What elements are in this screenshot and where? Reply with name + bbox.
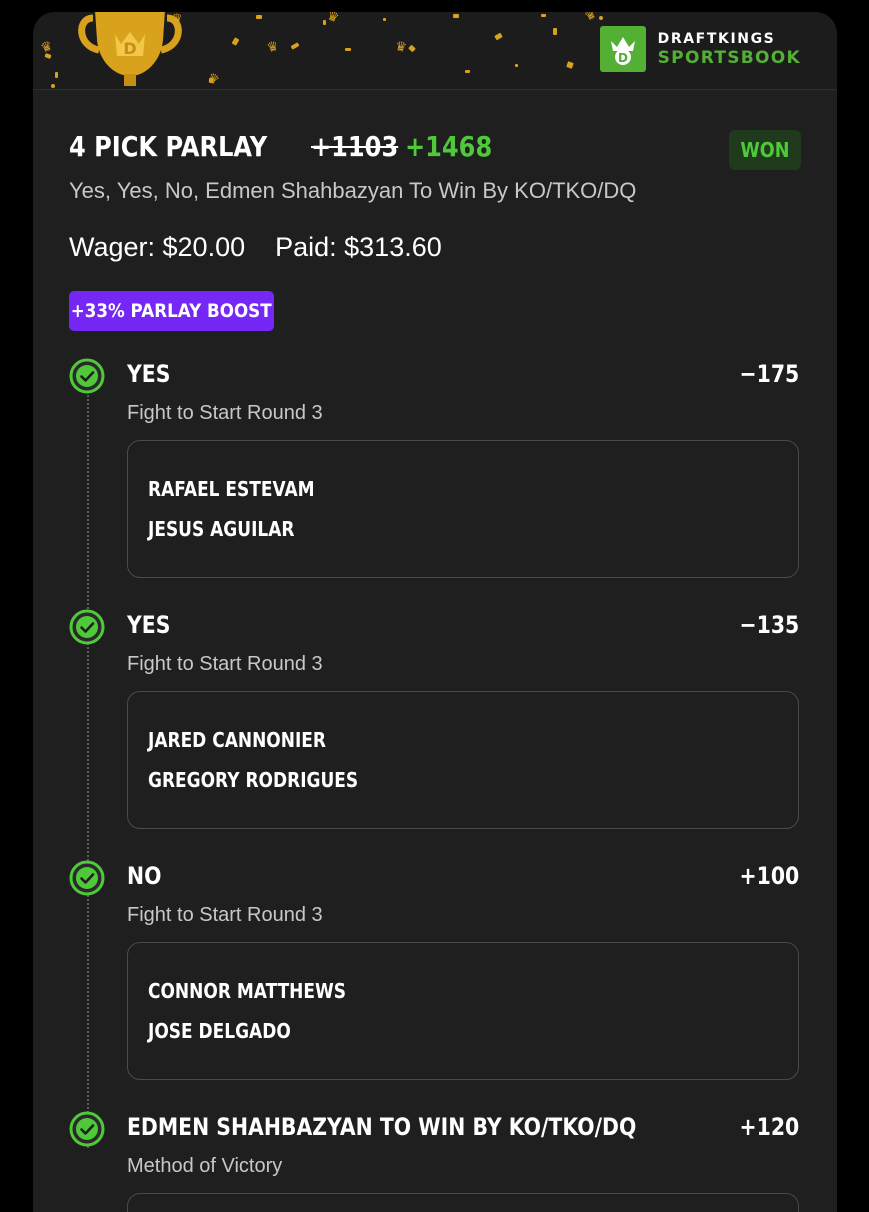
confetti: [408, 44, 416, 53]
bet-title: 4 PICK PARLAY: [69, 130, 268, 163]
confetti: [345, 48, 351, 51]
leg-market: Fight to Start Round 3: [127, 653, 323, 675]
confetti: [55, 72, 58, 78]
original-odds: +1103: [311, 130, 399, 163]
svg-text:D: D: [123, 39, 136, 58]
confetti: [553, 28, 557, 35]
parlay-boost-badge: +33% PARLAY BOOST: [69, 291, 274, 331]
check-circle-icon: [69, 609, 105, 645]
crown-confetti-icon: ♛: [38, 38, 55, 57]
crown-confetti-icon: ♛: [393, 39, 408, 56]
confetti: [453, 14, 459, 18]
fighter-name: JOSE DELGADO: [148, 1019, 291, 1043]
fighter-name: RAFAEL ESTEVAM: [148, 477, 315, 501]
paid-amount: Paid: $313.60: [275, 232, 442, 262]
leg-pick: YES: [127, 360, 171, 388]
leg-pick: EDMEN SHAHBAZYAN TO WIN BY KO/TKO/DQ: [127, 1113, 637, 1141]
legs-timeline-line: [87, 388, 89, 1148]
selections-summary: Yes, Yes, No, Edmen Shahbazyan To Win By…: [69, 178, 637, 203]
leg-market: Fight to Start Round 3: [127, 904, 323, 926]
status-label: WON: [740, 138, 790, 162]
confetti: [541, 14, 546, 17]
leg-pick: YES: [127, 611, 171, 639]
leg-odds: −175: [739, 360, 799, 388]
status-badge: WON: [729, 130, 801, 170]
confetti: [256, 15, 262, 19]
confetti: [465, 70, 470, 73]
leg-odds: +100: [739, 862, 799, 890]
confetti: [515, 64, 518, 67]
leg-market: Method of Victory: [127, 1155, 283, 1177]
fighter-name: JARED CANNONIER: [148, 728, 327, 752]
event-card[interactable]: JARED CANNONIER GREGORY RODRIGUES: [127, 691, 799, 829]
leg-odds: +120: [739, 1113, 799, 1141]
crown-confetti-icon: ♛: [324, 12, 341, 27]
confetti: [231, 37, 240, 46]
confetti: [51, 84, 55, 88]
brand-name: DRAFTKINGS: [657, 30, 776, 47]
leg-market: Fight to Start Round 3: [127, 402, 323, 424]
confetti: [599, 16, 603, 20]
bet-card: ♛ ♛ ♛ ♛ ♛ ♛ ♛ D D DRAFTKINGS SPORTSBOOK …: [33, 12, 837, 1212]
confetti: [566, 61, 574, 69]
wager-amount: Wager: $20.00: [69, 232, 246, 262]
crown-confetti-icon: ♛: [582, 12, 600, 25]
bet-header: 4 PICK PARLAY +1103 +1468: [69, 130, 809, 170]
check-circle-icon: [69, 358, 105, 394]
leg-odds: −135: [739, 611, 799, 639]
brand-product: SPORTSBOOK: [657, 47, 801, 68]
crown-confetti-icon: ♛: [204, 70, 222, 89]
fighter-name: CONNOR MATTHEWS: [148, 979, 347, 1003]
wager-summary: Wager: $20.00 Paid: $313.60: [69, 232, 442, 263]
trophy-icon: D: [75, 12, 185, 89]
won-banner: ♛ ♛ ♛ ♛ ♛ ♛ ♛ D D DRAFTKINGS SPORTSBOOK: [33, 12, 837, 90]
svg-text:D: D: [618, 51, 628, 65]
confetti: [290, 42, 300, 50]
boosted-odds: +1468: [405, 130, 493, 163]
leg-pick: NO: [127, 862, 162, 890]
event-card[interactable]: CONNOR MATTHEWS JOSE DELGADO: [127, 942, 799, 1080]
check-circle-icon: [69, 860, 105, 896]
draftkings-sportsbook-logo: D DRAFTKINGS SPORTSBOOK: [599, 26, 801, 72]
confetti: [383, 18, 386, 21]
event-card[interactable]: [127, 1193, 799, 1212]
event-card[interactable]: RAFAEL ESTEVAM JESUS AGUILAR: [127, 440, 799, 578]
confetti: [494, 32, 503, 41]
fighter-name: JESUS AGUILAR: [148, 517, 295, 541]
check-circle-icon: [69, 1111, 105, 1147]
crown-confetti-icon: ♛: [265, 38, 281, 57]
draftkings-crown-icon: D: [599, 26, 646, 72]
boost-label: +33% PARLAY BOOST: [71, 300, 272, 322]
fighter-name: GREGORY RODRIGUES: [148, 768, 359, 792]
